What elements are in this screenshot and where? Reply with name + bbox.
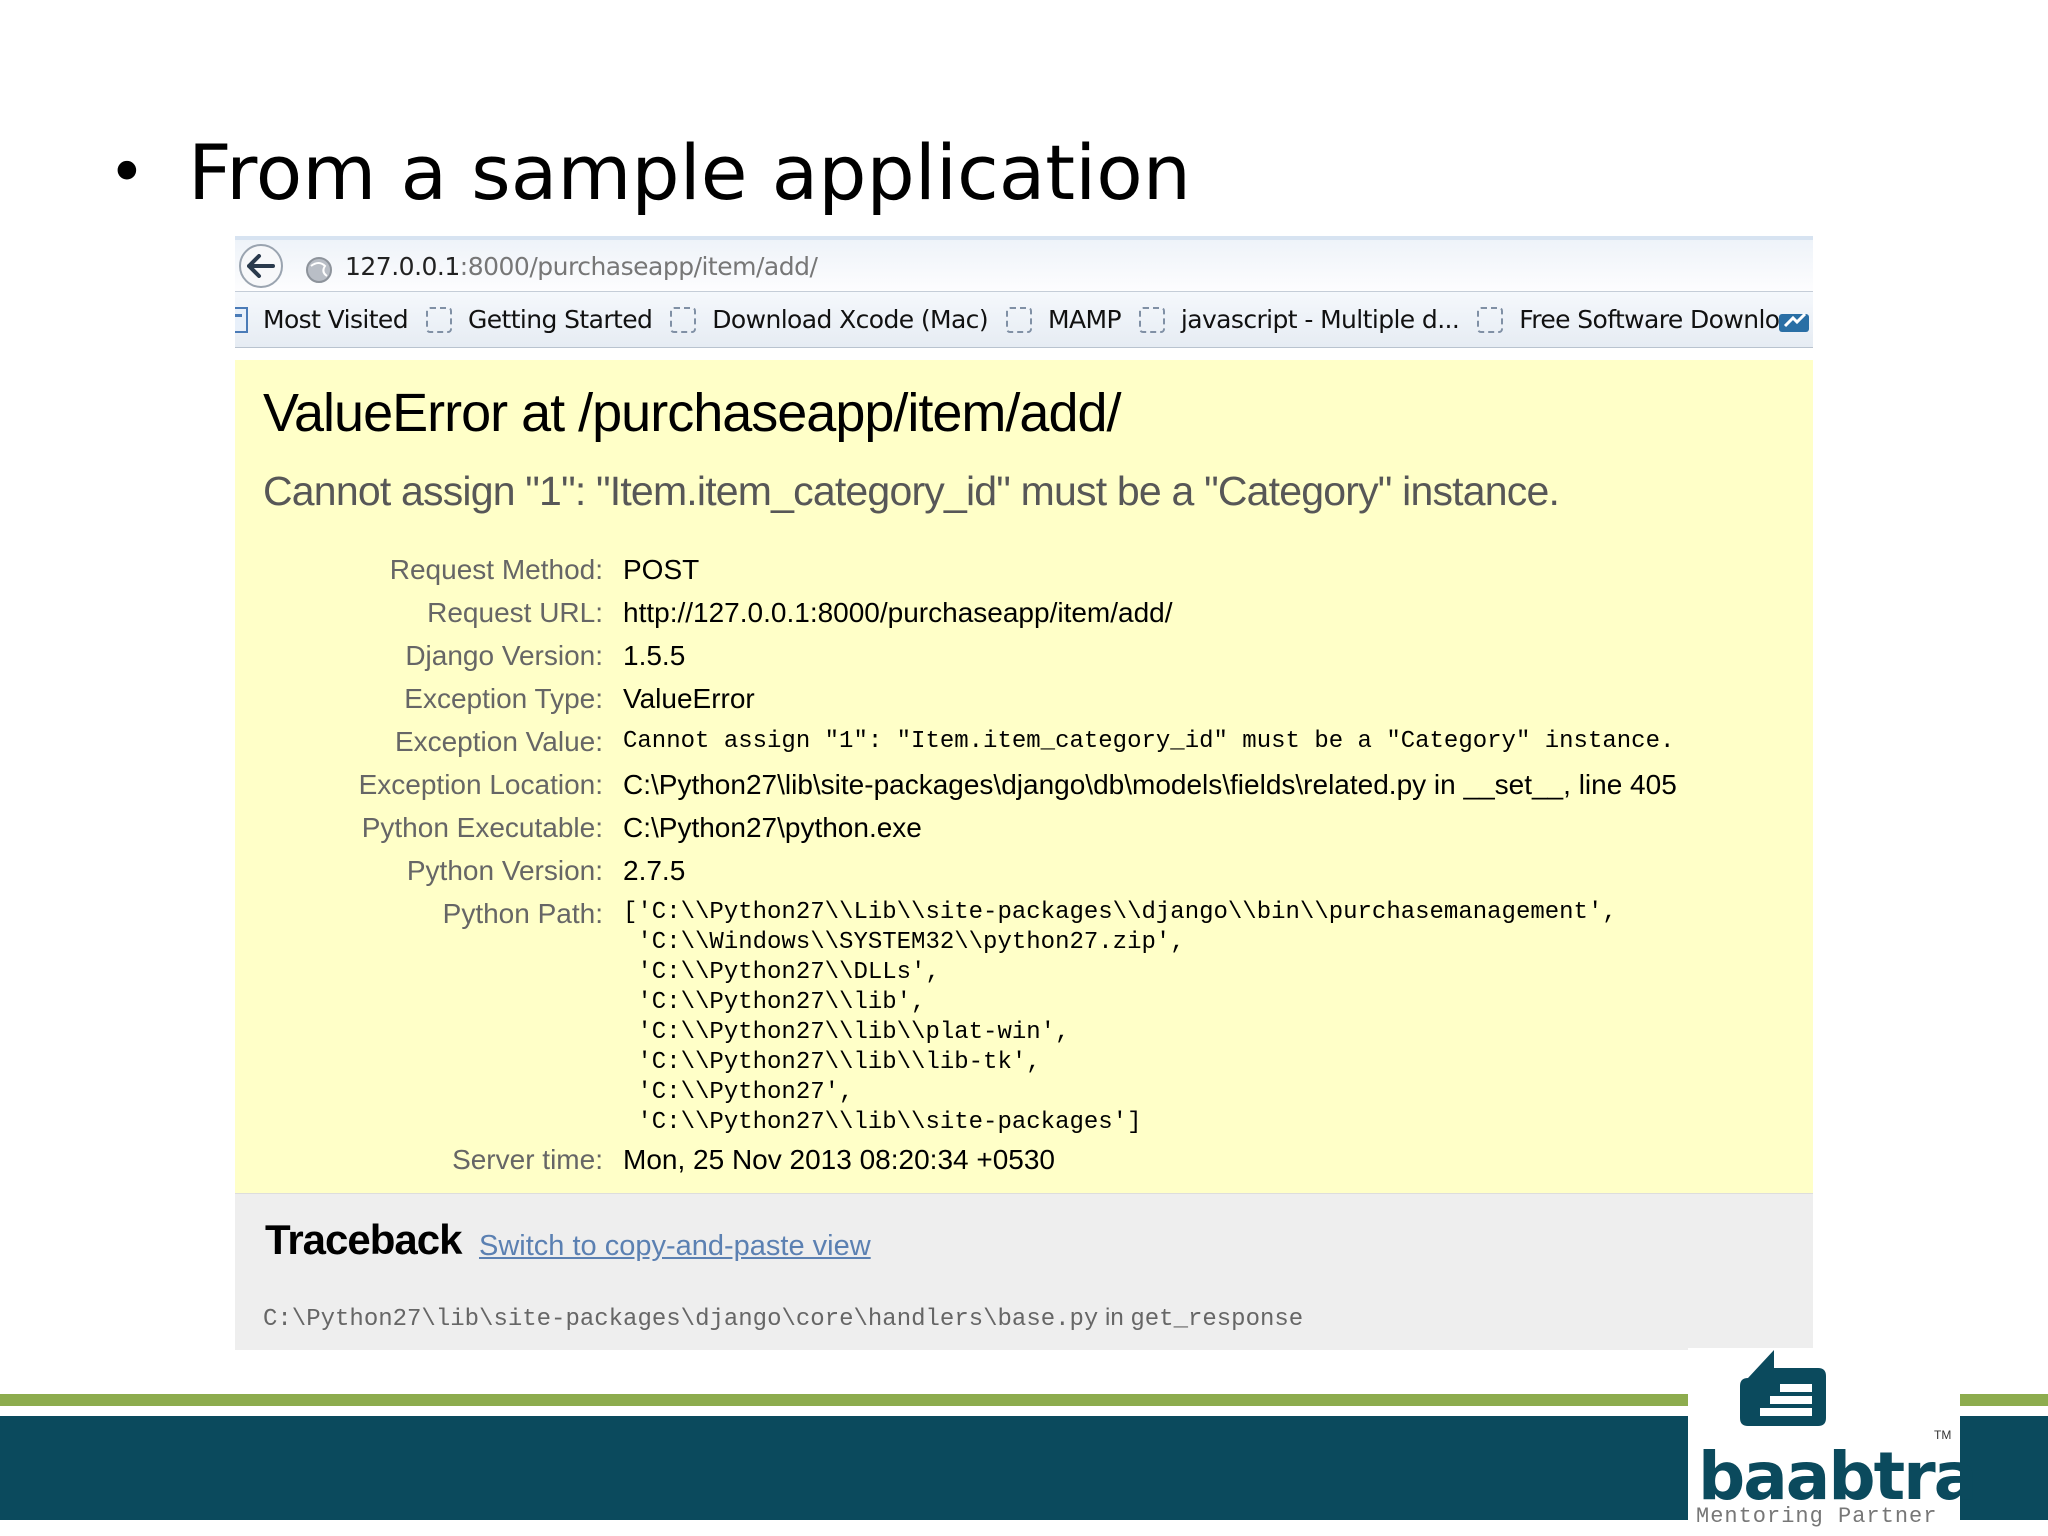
url-field[interactable]: 127.0.0.1:8000/purchaseapp/item/add/ — [345, 252, 818, 281]
url-path: :8000/purchaseapp/item/add/ — [459, 252, 818, 281]
request-url: http://127.0.0.1:8000/purchaseapp/item/a… — [623, 597, 1173, 628]
table-row: Python Path: ['C:\\Python27\\Lib\\site-p… — [235, 892, 1677, 1138]
logo-mark-icon — [1740, 1350, 1826, 1426]
back-arrow-icon — [247, 254, 275, 278]
frame-file: C:\Python27\lib\site-packages\django\cor… — [263, 1306, 1099, 1333]
table-row: Request URL: http://127.0.0.1:8000/purch… — [235, 591, 1677, 634]
logo-trademark: TM — [1934, 1428, 1952, 1442]
bookmark-mamp[interactable]: MAMP — [1006, 305, 1122, 334]
meta-label: Exception Value: — [394, 726, 603, 757]
exception-value: Cannot assign "1": "Item.item_category_i… — [623, 728, 1675, 755]
error-subtitle: Cannot assign "1": "Item.item_category_i… — [263, 468, 1560, 514]
meta-label: Python Version: — [406, 855, 603, 886]
meta-label: Python Path: — [442, 898, 603, 929]
meta-label: Server time: — [452, 1144, 603, 1175]
url-host: 127.0.0.1 — [345, 252, 460, 281]
bookmark-most-visited[interactable]: Most Visited — [235, 305, 409, 334]
bookmark-label: Free Software Downlo... — [1519, 305, 1802, 334]
bookmark-javascript[interactable]: javascript - Multiple d... — [1138, 305, 1460, 334]
bookmark-label: Download Xcode (Mac) — [712, 305, 988, 334]
traceback-title: Traceback — [265, 1216, 462, 1263]
meta-label: Django Version: — [405, 640, 603, 671]
address-bar: 127.0.0.1:8000/purchaseapp/item/add/ — [235, 236, 1813, 292]
request-method: POST — [623, 554, 700, 585]
bookmarks-menu-icon[interactable] — [1777, 306, 1811, 334]
bookmark-free-software[interactable]: Free Software Downlo... — [1477, 305, 1802, 334]
meta-label: Request Method: — [389, 554, 603, 585]
error-title: ValueError at /purchaseapp/item/add/ — [263, 383, 1122, 443]
switch-to-copy-paste-link[interactable]: Switch to copy-and-paste view — [479, 1230, 871, 1263]
bookmark-folder-icon — [1138, 306, 1165, 333]
table-row: Exception Type: ValueError — [235, 677, 1677, 720]
browser-screenshot: 127.0.0.1:8000/purchaseapp/item/add/ Mos… — [235, 236, 1813, 1350]
bookmark-folder-icon — [425, 306, 452, 333]
bookmark-download-xcode[interactable]: Download Xcode (Mac) — [670, 305, 989, 334]
error-summary: ValueError at /purchaseapp/item/add/ Can… — [235, 360, 1813, 1194]
table-row: Python Version: 2.7.5 — [235, 849, 1677, 892]
slide-title-text: From a sample application — [188, 128, 1191, 217]
bullet-point: • — [108, 135, 146, 210]
back-button[interactable] — [239, 244, 283, 288]
exception-location: C:\Python27\lib\site-packages\django\db\… — [623, 769, 1677, 800]
python-path-cell: ['C:\\Python27\\Lib\\site-packages\\djan… — [623, 892, 1677, 1138]
meta-label: Exception Location: — [358, 769, 603, 800]
meta-label: Python Executable: — [361, 812, 603, 843]
table-row: Exception Value: Cannot assign "1": "Ite… — [235, 720, 1677, 763]
bookmark-getting-started[interactable]: Getting Started — [425, 305, 653, 334]
baabtra-logo: baabtra TM Mentoring Partner — [1688, 1348, 1978, 1536]
exception-type: ValueError — [623, 683, 755, 714]
bookmark-label: MAMP — [1048, 305, 1122, 334]
table-row: Request Method: POST — [235, 548, 1677, 591]
traceback-section: Traceback Switch to copy-and-paste view … — [235, 1194, 1813, 1350]
traceback-frame[interactable]: C:\Python27\lib\site-packages\django\cor… — [263, 1304, 1303, 1333]
meta-label: Request URL: — [427, 597, 603, 628]
table-row: Exception Location: C:\Python27\lib\site… — [235, 763, 1677, 806]
python-version: 2.7.5 — [623, 855, 686, 886]
python-executable: C:\Python27\python.exe — [623, 812, 922, 843]
bookmark-folder-icon — [670, 306, 697, 333]
table-row: Python Executable: C:\Python27\python.ex… — [235, 806, 1677, 849]
bookmark-label: Getting Started — [467, 305, 653, 334]
slide-title: • From a sample application — [108, 128, 1191, 217]
logo-tagline: Mentoring Partner — [1696, 1504, 1938, 1529]
server-time: Mon, 25 Nov 2013 08:20:34 +0530 — [623, 1144, 1056, 1175]
bookmarks-toolbar: Most Visited Getting Started Download Xc… — [235, 292, 1813, 348]
bookmark-folder-icon — [1477, 306, 1504, 333]
meta-label: Exception Type: — [404, 683, 603, 714]
globe-icon — [306, 257, 332, 283]
bookmark-folder-icon — [1006, 306, 1032, 333]
request-meta-table: Request Method: POST Request URL: http:/… — [235, 548, 1677, 1181]
table-row: Server time: Mon, 25 Nov 2013 08:20:34 +… — [235, 1138, 1677, 1181]
frame-in: in — [1098, 1304, 1131, 1331]
django-version: 1.5.5 — [623, 640, 686, 671]
bookmark-label: Most Visited — [263, 305, 409, 334]
bookmark-label: javascript - Multiple d... — [1180, 305, 1460, 334]
python-path: ['C:\\Python27\\Lib\\site-packages\\djan… — [623, 899, 1617, 1136]
frame-function: get_response — [1130, 1306, 1304, 1333]
table-row: Django Version: 1.5.5 — [235, 634, 1677, 677]
page-icon — [235, 306, 248, 333]
